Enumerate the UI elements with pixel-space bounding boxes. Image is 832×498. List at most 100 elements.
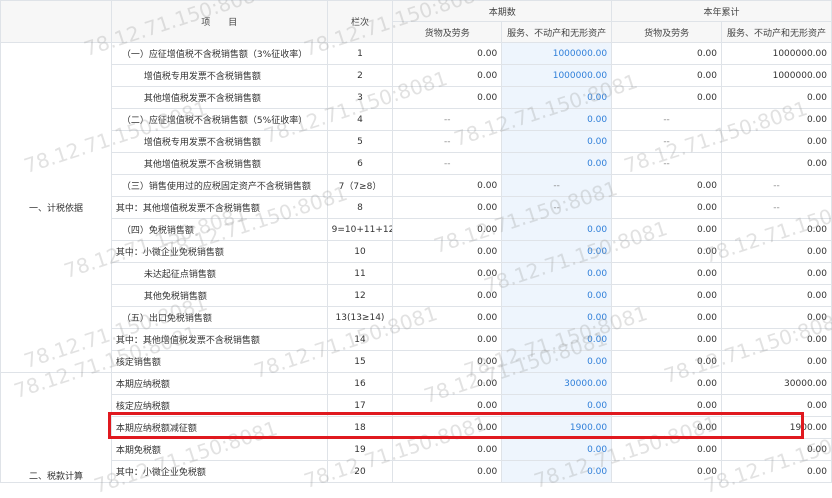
cell-current-goods[interactable]: 0.00 [392,262,503,285]
cell-current-goods[interactable]: 0.00 [392,218,503,241]
row-col-number: 3 [326,86,394,109]
cell-ytd-services: 1000000.00 [721,64,832,87]
cell-current-services[interactable]: 0.00 [501,306,613,329]
cell-ytd-services: 1900.00 [721,416,832,439]
cell-current-goods[interactable]: 0.00 [392,86,503,109]
table-row: 未达起征点销售额 11 0.00 0.00 0.00 0.00 [1,262,832,285]
cell-current-goods: -- [392,130,503,153]
row-col-number: 13(13≥14) [326,306,394,329]
header-year-to-date: 本年累计 [611,0,832,22]
cell-current-services[interactable]: 1000000.00 [501,42,613,65]
row-item-label: （四）免税销售额 [110,218,328,241]
cell-current-services[interactable]: 0.00 [501,394,613,417]
row-item-label: 其他免税销售额 [110,284,328,307]
cell-current-goods[interactable]: 0.00 [392,350,503,373]
cell-current-goods[interactable]: 0.00 [392,174,503,197]
table-row: 本期应纳税额减征额 18 0.00 1900.00 0.00 1900.00 [1,416,832,439]
cell-current-services[interactable]: 0.00 [501,130,613,153]
row-col-number: 9=10+11+12 [326,218,394,241]
cell-current-services[interactable]: 0.00 [501,218,613,241]
row-col-number: 6 [326,152,394,175]
table-row: 本期免税额 19 0.00 0.00 0.00 0.00 [1,438,832,461]
cell-current-services[interactable]: 30000.00 [501,372,613,395]
table-row: （四）免税销售额 9=10+11+12 0.00 0.00 0.00 0.00 [1,218,832,241]
cell-current-services[interactable]: 0.00 [501,108,613,131]
cell-current-goods[interactable]: 0.00 [392,416,503,439]
cell-ytd-services: 0.00 [721,394,832,417]
cell-ytd-goods: 0.00 [611,42,723,65]
row-col-number: 15 [326,350,394,373]
cell-ytd-goods: -- [611,130,723,153]
cell-current-services[interactable]: 1900.00 [501,416,613,439]
row-col-number: 4 [326,108,394,131]
cell-ytd-goods: -- [611,152,723,175]
header-category [0,0,112,43]
table-row: （五）出口免税销售额 13(13≥14) 0.00 0.00 0.00 0.00 [1,306,832,329]
cell-ytd-services: 0.00 [721,262,832,285]
cell-current-goods[interactable]: 0.00 [392,328,503,351]
cell-ytd-goods: -- [611,108,723,131]
table-row: 其中：其他增值税发票不含税销售额 14 0.00 0.00 0.00 0.00 [1,328,832,351]
cell-current-goods[interactable]: 0.00 [392,460,503,483]
cell-ytd-goods: 0.00 [611,350,723,373]
category-calc: 二、税款计算 [0,372,112,483]
row-item-label: （一）应征增值税不含税销售额（3%征收率） [110,42,328,65]
cell-ytd-goods: 0.00 [611,240,723,263]
cell-current-services[interactable]: 1000000.00 [501,64,613,87]
cell-ytd-goods: 0.00 [611,86,723,109]
cell-ytd-goods: 0.00 [611,394,723,417]
cell-current-goods[interactable]: 0.00 [392,284,503,307]
row-item-label: 本期免税额 [110,438,328,461]
cell-current-services[interactable]: 0.00 [501,328,613,351]
row-item-label: 其中：其他增值税发票不含税销售额 [110,196,328,219]
header-col: 栏次 [326,0,394,43]
table-row: 一、计税依据 （一）应征增值税不含税销售额（3%征收率） 1 0.00 1000000.… [0,42,832,373]
table-row: 增值税专用发票不含税销售额 5 -- 0.00 -- 0.00 [1,130,832,153]
cell-ytd-services: 0.00 [721,460,832,483]
cell-current-goods[interactable]: 0.00 [392,306,503,329]
cell-ytd-goods: 0.00 [611,196,723,219]
cell-current-services[interactable]: 0.00 [501,262,613,285]
table-row: 其他免税销售额 12 0.00 0.00 0.00 0.00 [1,284,832,307]
row-col-number: 11 [326,262,394,285]
cell-ytd-services: 0.00 [721,130,832,153]
row-col-number: 19 [326,438,394,461]
row-col-number: 7（7≥8） [326,174,394,197]
cell-ytd-services: 1000000.00 [721,42,832,65]
cell-ytd-goods: 0.00 [611,460,723,483]
cell-ytd-services: 0.00 [721,306,832,329]
cell-ytd-services: 0.00 [721,350,832,373]
row-item-label: （三）销售使用过的应税固定资产不含税销售额 [110,174,328,197]
cell-ytd-services: 0.00 [721,438,832,461]
row-item-label: （五）出口免税销售额 [110,306,328,329]
table-row: 其中：小微企业免税额 20 0.00 0.00 0.00 0.00 [1,460,832,483]
cell-current-services[interactable]: 0.00 [501,460,613,483]
cell-current-services[interactable]: 0.00 [501,284,613,307]
row-item-label: 其他增值税发票不含税销售额 [110,86,328,109]
cell-ytd-services: 0.00 [721,218,832,241]
table-row: 核定应纳税额 17 0.00 0.00 0.00 0.00 [1,394,832,417]
row-item-label: 其他增值税发票不含税销售额 [110,152,328,175]
table-row: 增值税专用发票不含税销售额 2 0.00 1000000.00 0.00 1000000.… [1,64,832,87]
cell-current-goods[interactable]: 0.00 [392,372,503,395]
header-ytd-services: 服务、不动产和无形资产 [721,21,832,43]
cell-current-goods[interactable]: 0.00 [392,196,503,219]
row-col-number: 16 [326,372,394,395]
row-col-number: 20 [326,460,394,483]
cell-ytd-goods: 0.00 [611,438,723,461]
cell-current-goods[interactable]: 0.00 [392,438,503,461]
cell-ytd-goods: 0.00 [611,218,723,241]
cell-current-goods[interactable]: 0.00 [392,394,503,417]
cell-current-goods[interactable]: 0.00 [392,42,503,65]
row-col-number: 17 [326,394,394,417]
category-basis: 一、计税依据 [0,42,112,373]
cell-current-services[interactable]: 0.00 [501,350,613,373]
cell-current-services[interactable]: 0.00 [501,152,613,175]
table-row: 其中：其他增值税发票不含税销售额 8 0.00 -- 0.00 -- [1,196,832,219]
cell-current-services[interactable]: 0.00 [501,86,613,109]
cell-current-services[interactable]: 0.00 [501,240,613,263]
cell-current-goods[interactable]: 0.00 [392,64,503,87]
header-current-period: 本期数 [392,0,613,22]
cell-current-goods[interactable]: 0.00 [392,240,503,263]
cell-current-services[interactable]: 0.00 [501,438,613,461]
